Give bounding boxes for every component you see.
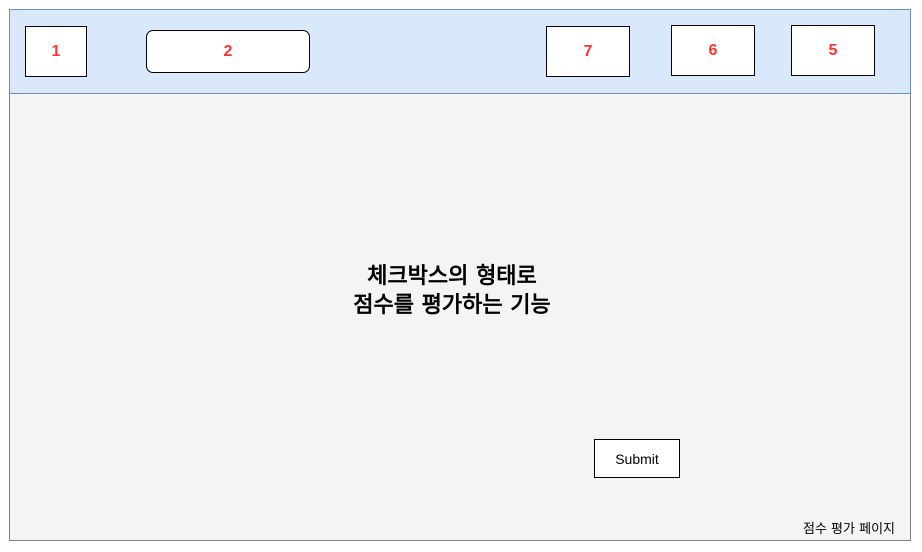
header-box-7[interactable]: 7 [546,26,630,77]
header-box-2-label: 2 [223,42,233,60]
submit-button[interactable]: Submit [594,439,680,478]
header-box-2[interactable]: 2 [146,30,310,73]
page-label: 점수 평가 페이지 [803,522,895,537]
header-box-6[interactable]: 6 [671,25,755,76]
header-box-1-label: 1 [51,42,61,60]
header-box-1[interactable]: 1 [25,26,87,77]
header-bar [9,9,911,94]
feature-description-line-1: 체크박스의 형태로 [367,264,537,289]
header-box-7-label: 7 [583,42,593,60]
submit-button-label: Submit [615,450,659,467]
feature-description-line-2: 점수를 평가하는 기능 [353,293,551,318]
header-box-5-label: 5 [828,41,838,59]
header-box-5[interactable]: 5 [791,25,875,76]
feature-description: 체크박스의 형태로 점수를 평가하는 기능 [252,262,652,320]
header-box-6-label: 6 [708,41,718,59]
